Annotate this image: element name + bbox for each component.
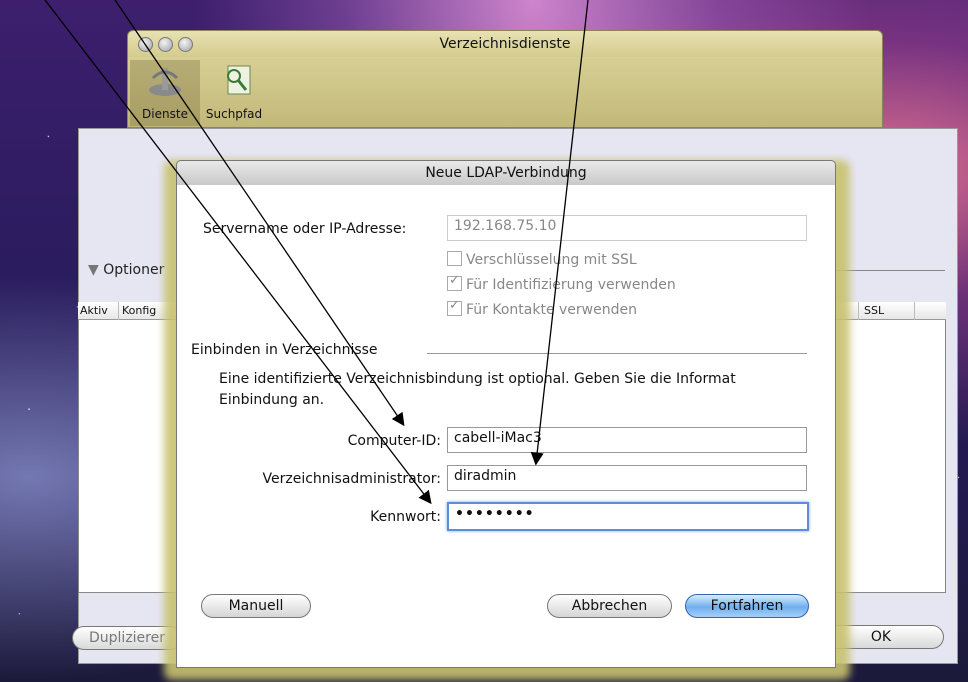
annotation-arrows — [44, 0, 589, 505]
arrow-to-admin — [530, 0, 589, 466]
arrow-to-computer-id — [114, 0, 405, 427]
arrow-to-password — [44, 0, 432, 505]
